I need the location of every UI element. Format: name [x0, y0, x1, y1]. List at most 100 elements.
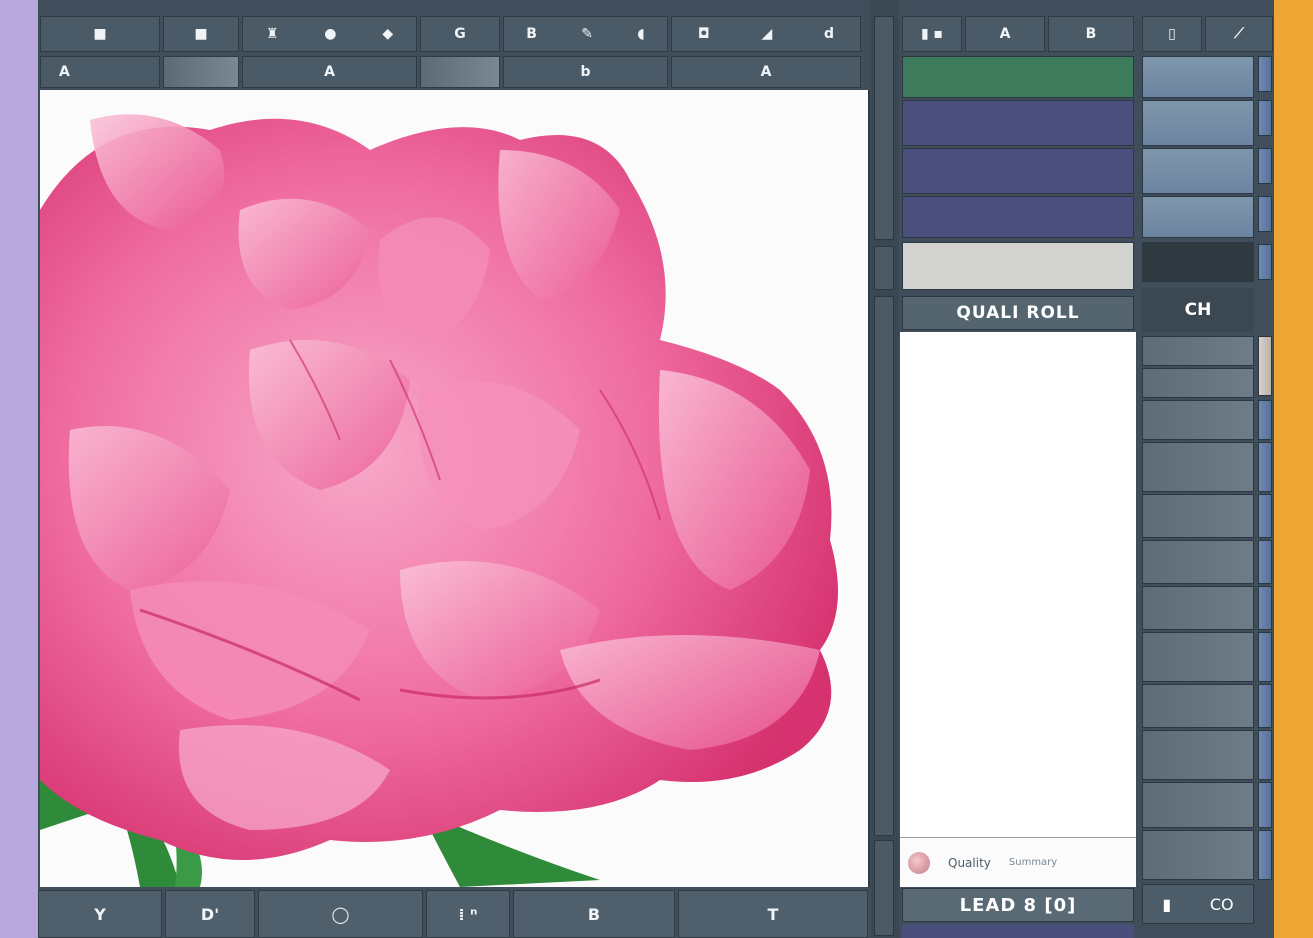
- side-list-row[interactable]: [1142, 586, 1254, 630]
- divider-segment: [874, 296, 894, 836]
- d-icon: d: [824, 26, 835, 42]
- layer-swatch-purple-3[interactable]: [902, 196, 1134, 238]
- side-edge-tab[interactable]: [1258, 730, 1272, 780]
- layer-icon: ◘: [697, 26, 710, 42]
- panel-footer-muted: Summary: [1008, 857, 1058, 868]
- tool-group-misc[interactable]: ◘ ◢ d: [671, 16, 861, 52]
- side-edge-tab[interactable]: [1258, 540, 1272, 584]
- tool-row2-label-5: b: [580, 64, 591, 80]
- side-list-row[interactable]: [1142, 830, 1254, 880]
- tool-row2-cell-1[interactable]: A: [40, 56, 160, 88]
- bottom-tool-2[interactable]: D': [165, 890, 255, 938]
- tool-row2-cell-3[interactable]: A: [242, 56, 417, 88]
- side-edge-tab[interactable]: [1258, 148, 1272, 184]
- side-row[interactable]: [1142, 242, 1254, 282]
- side-list-row[interactable]: [1142, 540, 1254, 584]
- side-edge-tab[interactable]: [1258, 100, 1272, 136]
- panel-tool-2[interactable]: A: [965, 16, 1045, 52]
- panel-header: QUALI ROLL: [902, 296, 1134, 330]
- side-header: CH: [1142, 288, 1254, 332]
- side-edge-tab[interactable]: [1258, 400, 1272, 440]
- tool-row2-cell-2[interactable]: [163, 56, 239, 88]
- layer-swatch-green[interactable]: [902, 56, 1134, 98]
- side-row[interactable]: [1142, 148, 1254, 194]
- side-list-row[interactable]: [1142, 684, 1254, 728]
- side-list-row[interactable]: [1142, 632, 1254, 682]
- side-list-row[interactable]: [1142, 368, 1254, 398]
- tool-row2-cell-4[interactable]: [420, 56, 500, 88]
- tool-g-button[interactable]: G: [420, 16, 500, 52]
- side-list-row[interactable]: [1142, 442, 1254, 492]
- side-edge-tab[interactable]: [1258, 586, 1272, 630]
- side-row[interactable]: [1142, 56, 1254, 98]
- side-edge-tab[interactable]: [1258, 632, 1272, 682]
- tool-group-shapes[interactable]: ♜ ● ◆: [242, 16, 417, 52]
- side-edge-tab[interactable]: [1258, 830, 1272, 880]
- side-edge-tab[interactable]: [1258, 442, 1272, 492]
- panel-header-label: QUALI ROLL: [956, 303, 1080, 323]
- panel-content-area[interactable]: [900, 332, 1136, 837]
- panel-tool-3[interactable]: B: [1048, 16, 1134, 52]
- panel-bottom-button[interactable]: LEAD 8 [0]: [902, 888, 1134, 922]
- bottom-tool-label-1: Y: [94, 904, 106, 924]
- bottom-tool-4[interactable]: ⁞ ⁿ: [426, 890, 510, 938]
- side-row[interactable]: [1142, 196, 1254, 238]
- side-edge-tab[interactable]: [1258, 684, 1272, 728]
- divider-segment: [874, 840, 894, 936]
- side-row[interactable]: [1142, 100, 1254, 146]
- fill-icon: ◖: [637, 26, 645, 42]
- side-tool-1[interactable]: ▯: [1142, 16, 1202, 52]
- side-footer[interactable]: ▮ CO: [1142, 884, 1254, 924]
- panel-bottom-label: LEAD 8 [0]: [959, 894, 1077, 916]
- side-edge-tab[interactable]: [1258, 782, 1272, 828]
- panel-tool-label-2: A: [999, 26, 1011, 42]
- image-editor-window: ■ ■ ♜ ● ◆ G B ✎ ◖ ◘ ◢ d A A b A Y D' ◯ ⁞…: [38, 0, 1274, 938]
- side-footer-icon-2: CO: [1209, 894, 1234, 914]
- tool-row2-cell-5[interactable]: b: [503, 56, 668, 88]
- side-footer-icon-1: ▮: [1162, 894, 1172, 914]
- panel-tool-1[interactable]: ▮ ▪: [902, 16, 962, 52]
- side-list-row[interactable]: [1142, 494, 1254, 538]
- side-list-row[interactable]: [1142, 730, 1254, 780]
- lock-icon: ♜: [265, 26, 279, 42]
- divider-segment: [874, 16, 894, 240]
- brush-icon: ✎: [581, 26, 593, 42]
- panel-toolbar: ▮ ▪ A B: [902, 16, 1134, 52]
- peony-flower-image: [40, 114, 838, 887]
- layer-swatch-gray[interactable]: [902, 242, 1134, 290]
- tool-row2-cell-6[interactable]: A: [671, 56, 861, 88]
- side-list-row[interactable]: [1142, 782, 1254, 828]
- diamond-icon: ◆: [382, 26, 394, 42]
- side-list-row[interactable]: [1142, 400, 1254, 440]
- properties-panel: ▯ ⟋ CH ▮ CO: [1140, 0, 1274, 938]
- side-toolbar: ▯ ⟋: [1142, 16, 1274, 52]
- tool-group-brush[interactable]: B ✎ ◖: [503, 16, 668, 52]
- tool-crop-button[interactable]: ■: [163, 16, 239, 52]
- layer-swatch-purple-2[interactable]: [902, 148, 1134, 194]
- side-edge-tab[interactable]: [1258, 56, 1272, 92]
- panel-tool-label-3: B: [1085, 26, 1097, 42]
- bottom-toolbar: Y D' ◯ ⁞ ⁿ B T: [38, 890, 868, 938]
- circle-icon: ●: [324, 26, 337, 42]
- side-edge-tab[interactable]: [1258, 196, 1272, 232]
- bottom-tool-1[interactable]: Y: [38, 890, 162, 938]
- image-canvas[interactable]: [40, 90, 870, 887]
- right-frame-border: [1274, 0, 1313, 938]
- side-edge-tab[interactable]: [1258, 244, 1272, 280]
- left-frame-border: [0, 0, 38, 938]
- tool-select-button[interactable]: ■: [40, 16, 160, 52]
- panel-divider[interactable]: [871, 0, 899, 938]
- side-edge-tab[interactable]: [1258, 494, 1272, 538]
- layers-panel: ▮ ▪ A B QUALI ROLL Quality Summary LEAD …: [900, 0, 1136, 938]
- layer-swatch-purple-1[interactable]: [902, 100, 1134, 146]
- g-icon: G: [454, 26, 466, 42]
- bottom-tool-5[interactable]: B: [513, 890, 675, 938]
- side-list-row[interactable]: [1142, 336, 1254, 366]
- bottom-tool-6[interactable]: T: [678, 890, 868, 938]
- side-edge-tab[interactable]: [1258, 336, 1272, 396]
- triangle-icon: ◢: [761, 26, 773, 42]
- side-tool-2[interactable]: ⟋: [1205, 16, 1273, 52]
- panel-footer: Quality Summary: [900, 837, 1136, 887]
- circle-tool-icon: ◯: [331, 904, 350, 924]
- bottom-tool-3[interactable]: ◯: [258, 890, 423, 938]
